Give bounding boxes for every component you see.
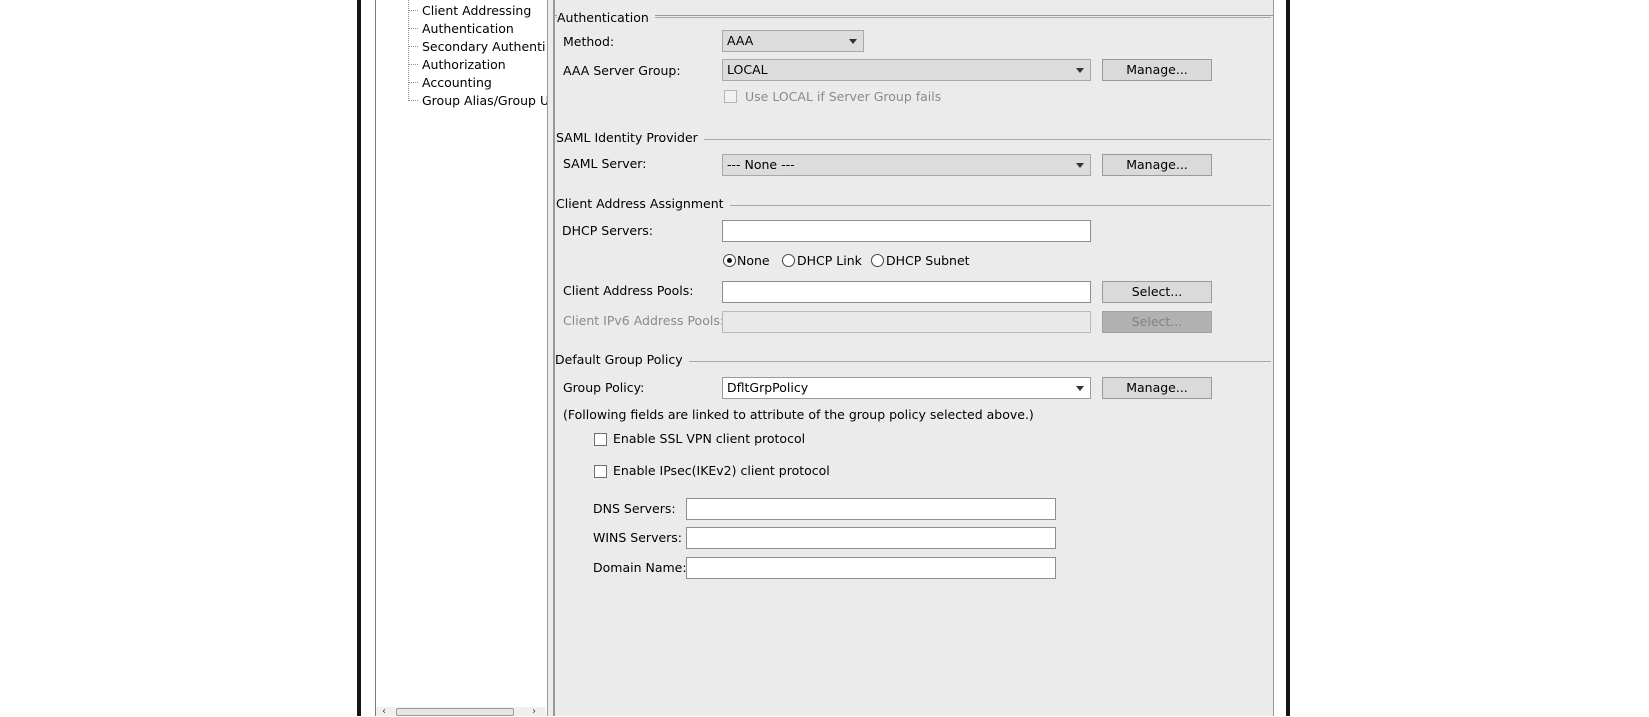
saml-server-dropdown[interactable]: --- None --- (722, 154, 1091, 176)
chevron-down-icon (849, 39, 857, 44)
group-policy-group-title: Default Group Policy (555, 352, 689, 368)
tree-item-label: Client Addressing (422, 2, 532, 18)
tree-item-authorization[interactable]: Authorization (408, 55, 506, 73)
enable-ipsec-checkbox[interactable] (594, 465, 607, 478)
tree-item-accounting[interactable]: Accounting (408, 73, 492, 91)
address-pools-select-button[interactable]: Select... (1102, 281, 1212, 303)
tree-connector (408, 81, 418, 83)
chevron-down-icon (1076, 386, 1084, 391)
method-value: AAA (727, 33, 754, 48)
scroll-left-arrow-icon[interactable]: ‹ (382, 706, 386, 717)
method-label: Method: (563, 34, 615, 49)
window-right-border (1286, 0, 1290, 716)
tree-item-label: Group Alias/Group URL (422, 92, 565, 108)
authentication-group-title: Authentication (557, 10, 655, 26)
method-dropdown[interactable]: AAA (722, 30, 864, 52)
tree-item-client-addressing[interactable]: Client Addressing (408, 1, 531, 19)
client-address-group-title: Client Address Assignment (556, 196, 730, 212)
tree-connector (408, 27, 418, 29)
tree-connector (408, 45, 418, 47)
enable-ssl-vpn-label: Enable SSL VPN client protocol (613, 431, 806, 446)
nav-scrollbar-thumb[interactable] (396, 708, 514, 716)
group-policy-manage-button[interactable]: Manage... (1102, 377, 1212, 399)
aaa-manage-button[interactable]: Manage... (1102, 59, 1212, 81)
aaa-server-group-dropdown[interactable]: LOCAL (722, 59, 1091, 81)
radio-dhcp-link[interactable] (782, 254, 795, 267)
radio-none[interactable] (723, 254, 736, 267)
radio-dhcp-subnet[interactable] (871, 254, 884, 267)
enable-ipsec-label: Enable IPsec(IKEv2) client protocol (613, 463, 830, 478)
use-local-label: Use LOCAL if Server Group fails (745, 89, 942, 104)
saml-server-value: --- None --- (727, 157, 795, 172)
client-address-pools-input[interactable] (722, 281, 1091, 303)
tree-connector (408, 9, 418, 11)
domain-name-label: Domain Name: (593, 560, 687, 575)
radio-dhcp-subnet-label: DHCP Subnet (886, 253, 970, 268)
tree-connector (408, 99, 418, 101)
tree-item-label: Accounting (422, 74, 492, 90)
wins-servers-input[interactable] (686, 527, 1056, 549)
tree-connector (408, 63, 418, 65)
group-policy-value: DfltGrpPolicy (727, 380, 809, 395)
aaa-server-group-label: AAA Server Group: (563, 63, 681, 78)
window-left-border (357, 0, 361, 716)
saml-group-title: SAML Identity Provider (556, 130, 704, 146)
tree-item-label: Secondary Authenticat (422, 38, 546, 54)
radio-dhcp-link-label: DHCP Link (797, 253, 862, 268)
tree-item-label: Authentication (422, 20, 514, 36)
top-separator (554, 15, 1273, 16)
scroll-right-arrow-icon[interactable]: › (532, 706, 536, 717)
use-local-checkbox[interactable] (724, 90, 737, 103)
enable-ssl-vpn-checkbox[interactable] (594, 433, 607, 446)
tree-item-label: Authorization (422, 56, 506, 72)
group-policy-label: Group Policy: (563, 380, 645, 395)
content-right-border (1273, 0, 1274, 716)
group-policy-dropdown[interactable]: DfltGrpPolicy (722, 377, 1091, 399)
aaa-server-group-value: LOCAL (727, 62, 768, 77)
tree-item-group-alias-url[interactable]: Group Alias/Group URL (408, 91, 565, 109)
saml-manage-button[interactable]: Manage... (1102, 154, 1212, 176)
tree-item-secondary-authentication[interactable]: Secondary Authenticat (408, 37, 546, 55)
tree-item-authentication[interactable]: Authentication (408, 19, 514, 37)
radio-none-label: None (737, 253, 770, 268)
dhcp-servers-label: DHCP Servers: (562, 223, 653, 238)
pane-splitter[interactable] (547, 0, 554, 716)
client-ipv6-pools-label: Client IPv6 Address Pools: (563, 313, 725, 328)
chevron-down-icon (1076, 163, 1084, 168)
dns-servers-label: DNS Servers: (593, 501, 676, 516)
dhcp-servers-input[interactable] (722, 220, 1091, 242)
client-ipv6-pools-input[interactable] (722, 311, 1091, 333)
linked-fields-note: (Following fields are linked to attribut… (563, 407, 1034, 422)
domain-name-input[interactable] (686, 557, 1056, 579)
authentication-group-line (556, 17, 1271, 18)
dns-servers-input[interactable] (686, 498, 1056, 520)
saml-server-label: SAML Server: (563, 156, 647, 171)
wins-servers-label: WINS Servers: (593, 530, 683, 545)
chevron-down-icon (1076, 68, 1084, 73)
ipv6-pools-select-button[interactable]: Select... (1102, 311, 1212, 333)
client-address-pools-label: Client Address Pools: (563, 283, 694, 298)
